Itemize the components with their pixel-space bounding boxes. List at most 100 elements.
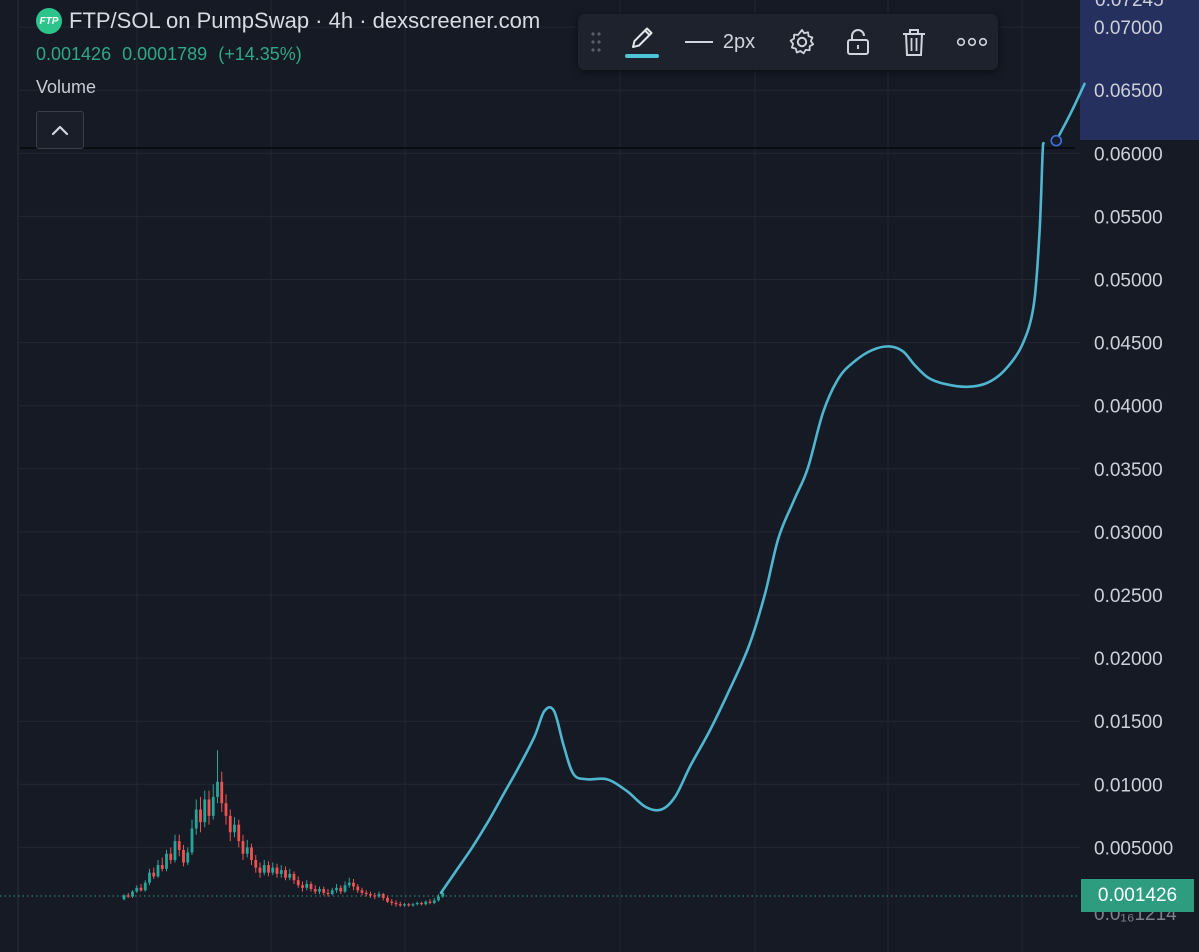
candle-body <box>403 904 406 906</box>
unlock-icon <box>847 29 869 55</box>
candle-body <box>220 781 224 804</box>
candle-body <box>126 895 130 897</box>
price-tick-label: 0.05500 <box>1094 207 1163 228</box>
pencil-tool-button[interactable] <box>622 14 662 70</box>
candle-body <box>292 873 296 881</box>
candle-body <box>411 904 415 906</box>
price-tick-label: 0.03000 <box>1094 523 1163 544</box>
candle-body <box>284 870 287 878</box>
candle-body <box>279 870 283 874</box>
line-width-label: 2px <box>722 30 756 53</box>
candle-body <box>432 900 436 903</box>
candle-body <box>143 882 147 891</box>
candle-body <box>262 865 266 873</box>
candle-body <box>343 885 347 892</box>
candle-body <box>420 902 423 905</box>
line-width-button[interactable]: 2px <box>678 14 762 70</box>
current-price: 0.001426 <box>36 44 112 64</box>
candle-body <box>211 796 215 816</box>
price-change: 0.0001789 <box>122 44 208 64</box>
chart-title: FTP/SOL on PumpSwap · 4h · dexscreener.c… <box>69 8 541 33</box>
candle-body <box>356 886 360 891</box>
candle-body <box>407 904 411 906</box>
candle-body <box>135 887 139 892</box>
candle-body <box>241 841 245 854</box>
line-color-swatch <box>625 54 659 58</box>
candle-body <box>122 895 126 900</box>
candle-body <box>173 841 177 861</box>
current-price-tag: 0.001426 <box>1081 879 1194 912</box>
chart-grid <box>17 0 1080 952</box>
candle-body <box>199 809 202 823</box>
candle-body <box>352 882 355 887</box>
candle-body <box>322 889 326 893</box>
quote-row: 0.001426 0.0001789 (+14.35%) <box>36 44 540 65</box>
candle-body <box>267 865 270 873</box>
candle-body <box>301 885 304 888</box>
drawing-toolbar: 2px <box>578 14 998 70</box>
more-options-button[interactable] <box>952 14 992 70</box>
price-tick-label: 0.04000 <box>1094 397 1163 418</box>
lock-button[interactable] <box>840 14 876 70</box>
price-tick-label: 0.07000 <box>1094 18 1163 39</box>
candle-body <box>364 892 368 895</box>
candlestick-series <box>122 750 445 907</box>
candle-body <box>309 883 313 890</box>
candle-body <box>326 892 330 895</box>
token-logo: FTP <box>36 8 62 34</box>
candle-body <box>186 852 190 863</box>
settings-button[interactable] <box>784 14 820 70</box>
candle-body <box>390 901 394 903</box>
candle-body <box>369 894 372 896</box>
candle-body <box>360 890 364 893</box>
candle-body <box>160 865 164 869</box>
price-tick-label: 0.03500 <box>1094 460 1163 481</box>
candle-body <box>415 902 419 905</box>
candle-body <box>177 841 181 850</box>
price-tick-label: 0.005000 <box>1094 838 1173 859</box>
candle-body <box>275 867 279 874</box>
drawing-anchor-handle[interactable] <box>1050 134 1063 147</box>
candle-body <box>237 824 241 842</box>
chevron-up-icon <box>51 125 69 136</box>
candle-body <box>190 828 194 853</box>
candle-body <box>398 904 402 906</box>
drag-handle-icon[interactable] <box>586 14 606 70</box>
candle-body <box>165 853 168 869</box>
volume-label: Volume <box>36 77 97 97</box>
line-width-icon <box>684 41 713 43</box>
candle-body <box>330 890 334 895</box>
price-tick-label: 0.05000 <box>1094 271 1163 292</box>
candle-body <box>131 891 134 897</box>
candle-body <box>313 889 317 892</box>
candle-body <box>139 887 143 891</box>
price-tick-label: 0.01000 <box>1094 775 1163 796</box>
more-icon <box>956 37 988 47</box>
candle-body <box>228 815 232 833</box>
price-tick-label: 0.01500 <box>1094 712 1163 733</box>
candle-body <box>207 799 211 816</box>
axis-top-partial-label: 0.07245 <box>1095 0 1164 11</box>
candle-body <box>224 803 228 816</box>
candle-body <box>296 880 300 886</box>
candle-body <box>305 883 309 888</box>
delete-button[interactable] <box>896 14 932 70</box>
candle-body <box>437 896 440 901</box>
candle-body <box>347 882 351 886</box>
candle-body <box>182 849 185 863</box>
candle-body <box>428 901 432 903</box>
freehand-drawing[interactable] <box>439 82 1086 895</box>
candle-body <box>394 902 398 905</box>
candle-body <box>386 897 389 902</box>
candle-body <box>318 889 321 892</box>
trash-icon <box>903 29 925 56</box>
candle-body <box>288 873 292 878</box>
candle-body <box>258 867 262 873</box>
candle-body <box>271 867 275 873</box>
collapse-legend-button[interactable] <box>36 111 84 149</box>
price-tick-label: 0.06000 <box>1094 144 1163 165</box>
drawing-path[interactable] <box>439 141 1045 895</box>
pencil-icon <box>632 27 653 48</box>
price-chart[interactable]: 0.005000 0.01000 0.01500 0.02000 0.02500 0.03… <box>0 0 1199 952</box>
price-tick-label: 0.02500 <box>1094 586 1163 607</box>
